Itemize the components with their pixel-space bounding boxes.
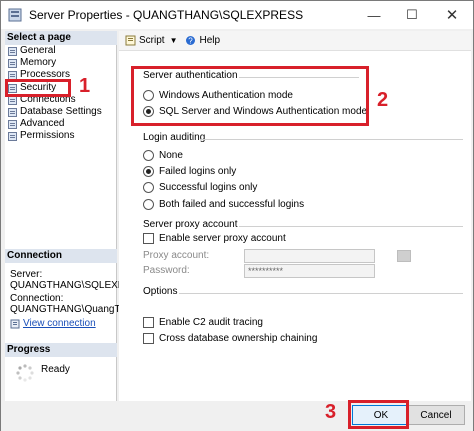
script-button[interactable]: Script ▼ <box>125 35 177 46</box>
progress-header: Progress <box>5 343 117 357</box>
c2-audit-checkbox[interactable]: Enable C2 audit tracing <box>143 316 263 329</box>
group-divider <box>179 293 463 294</box>
option-label: Failed logins only <box>159 166 237 177</box>
sidebar-item-label: Memory <box>20 57 57 68</box>
server-properties-window: Server Properties - QUANGTHANG\SQLEXPRES… <box>0 0 474 431</box>
svg-text:?: ? <box>189 37 194 46</box>
proxy-account-field[interactable] <box>244 249 375 263</box>
sidebar-item-permissions[interactable]: Permissions <box>8 130 74 142</box>
audit-success-radio[interactable]: Successful logins only <box>143 181 257 194</box>
script-icon <box>125 35 136 46</box>
checkbox[interactable] <box>143 233 154 244</box>
annotation-box-security <box>5 79 71 97</box>
sidebar-item-label: General <box>20 45 56 56</box>
option-label: Successful logins only <box>159 182 258 193</box>
cross-db-checkbox[interactable]: Cross database ownership chaining <box>143 332 317 345</box>
enable-proxy-checkbox[interactable]: Enable server proxy account <box>143 232 286 245</box>
option-label: Both failed and successful logins <box>159 199 305 210</box>
select-page-header: Select a page <box>5 31 117 45</box>
connection-header: Connection <box>5 249 117 263</box>
server-label: Server: <box>10 269 43 280</box>
radio-button-selected[interactable] <box>143 166 154 177</box>
progress-spinner-icon <box>16 364 34 382</box>
progress-status: Ready <box>41 364 70 375</box>
annotation-box-ok <box>348 400 409 429</box>
password-field[interactable]: ********** <box>244 264 375 278</box>
server-app-icon <box>8 8 22 22</box>
option-label: Enable C2 audit tracing <box>159 317 263 328</box>
audit-both-radio[interactable]: Both failed and successful logins <box>143 198 304 211</box>
minimize-button[interactable]: — <box>355 1 393 29</box>
checkbox[interactable] <box>143 317 154 328</box>
option-label: None <box>159 150 183 161</box>
script-label: Script <box>139 35 165 46</box>
toolbar: Script ▼ ? Help <box>119 31 471 51</box>
page-icon <box>8 58 17 68</box>
annotation-box-auth <box>131 66 369 126</box>
page-icon <box>8 107 17 117</box>
sidebar-item-general[interactable]: General <box>8 45 56 57</box>
view-connection-link[interactable]: View connection <box>23 318 96 329</box>
sidebar-item-label: Advanced <box>20 118 65 129</box>
radio-button[interactable] <box>143 150 154 161</box>
group-divider <box>201 139 463 140</box>
page-icon <box>8 131 17 141</box>
connection-value: QUANGTHANG\QuangTha <box>10 304 132 315</box>
audit-none-radio[interactable]: None <box>143 149 183 162</box>
sidebar-item-database-settings[interactable]: Database Settings <box>8 106 102 118</box>
sidebar-item-memory[interactable]: Memory <box>8 57 56 69</box>
connection-label: Connection: <box>10 293 64 304</box>
page-icon <box>8 46 17 56</box>
annotation-number-3: 3 <box>325 401 337 423</box>
annotation-number-1: 1 <box>79 75 91 97</box>
view-connection-link-row[interactable]: View connection <box>10 318 96 329</box>
dropdown-arrow-icon[interactable]: ▼ <box>170 36 178 45</box>
audit-failed-radio[interactable]: Failed logins only <box>143 165 236 178</box>
connection-properties-icon <box>10 319 20 328</box>
sidebar-item-label: Database Settings <box>20 106 102 117</box>
option-label: Cross database ownership chaining <box>159 333 318 344</box>
login-auditing-title: Login auditing <box>143 132 206 143</box>
page-icon <box>8 119 17 129</box>
sidebar-item-advanced[interactable]: Advanced <box>8 118 64 130</box>
help-label: Help <box>199 35 221 46</box>
title-bar: Server Properties - QUANGTHANG\SQLEXPRES… <box>1 1 473 29</box>
proxy-title: Server proxy account <box>143 219 238 230</box>
password-label: Password: <box>143 265 190 276</box>
options-title: Options <box>143 286 178 297</box>
window-title: Server Properties - QUANGTHANG\SQLEXPRES… <box>29 8 304 22</box>
radio-button[interactable] <box>143 199 154 210</box>
help-icon: ? <box>186 36 196 46</box>
radio-button[interactable] <box>143 182 154 193</box>
browse-button[interactable] <box>397 250 411 262</box>
checkbox[interactable] <box>143 333 154 344</box>
close-button[interactable]: ✕ <box>433 1 471 29</box>
help-button[interactable]: ? Help <box>185 35 220 46</box>
cancel-button[interactable]: Cancel <box>407 405 465 425</box>
maximize-button[interactable]: ☐ <box>393 1 431 29</box>
option-label: Enable server proxy account <box>159 233 286 244</box>
group-divider <box>239 226 463 227</box>
annotation-number-2: 2 <box>377 89 389 111</box>
proxy-account-label: Proxy account: <box>143 250 210 261</box>
sidebar-item-label: Permissions <box>20 130 75 141</box>
